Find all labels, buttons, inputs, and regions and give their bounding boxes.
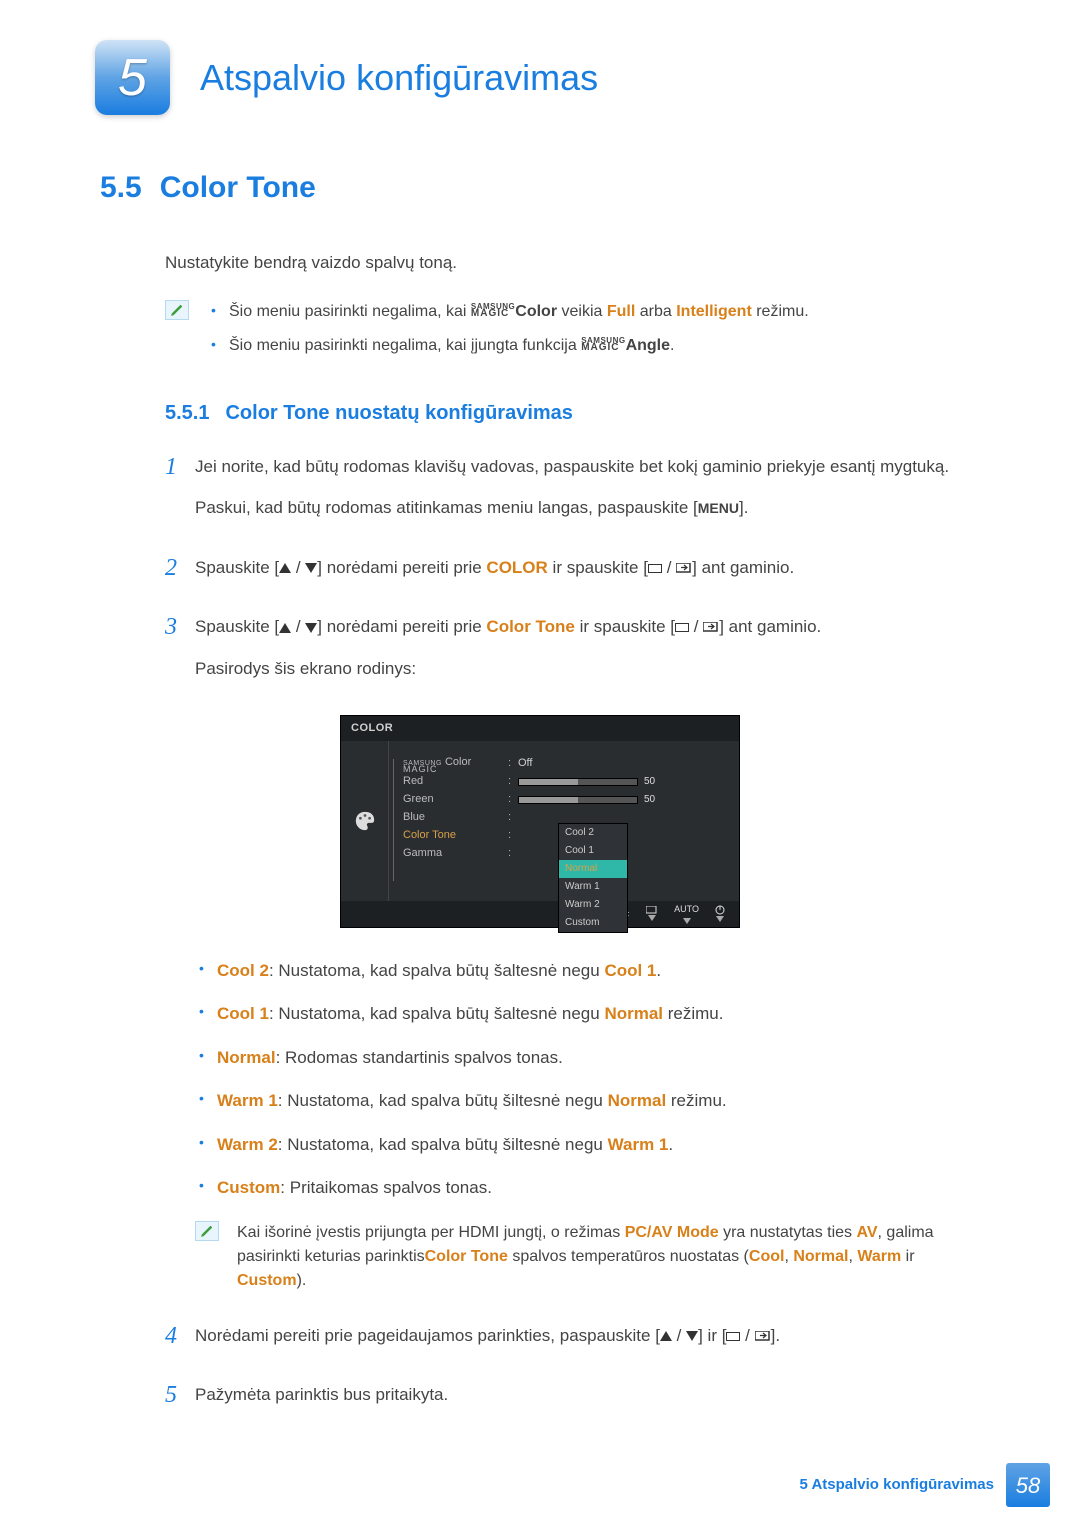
- osd-dropdown: Cool 2 Cool 1 Normal Warm 1 Warm 2 Custo…: [558, 823, 628, 933]
- tone-warm2: Warm 2: Nustatoma, kad spalva būtų šilte…: [195, 1132, 980, 1158]
- section-intro: Nustatykite bendrą vaizdo spalvų toną.: [165, 250, 980, 276]
- osd-category-icon: [341, 741, 389, 901]
- note-icon: [165, 300, 189, 320]
- tone-normal: Normal: Rodomas standartinis spalvos ton…: [195, 1045, 980, 1071]
- osd-option-normal: Normal: [559, 860, 627, 878]
- power-icon: [715, 905, 725, 915]
- osd-option-warm1: Warm 1: [559, 878, 627, 896]
- step-4: 4 Norėdami pereiti prie pageidaujamos pa…: [165, 1323, 980, 1365]
- menu-key: MENU: [698, 500, 739, 516]
- tone-cool1: Cool 1: Nustatoma, kad spalva būtų šalte…: [195, 1001, 980, 1027]
- step-number: 1: [165, 454, 195, 480]
- step-number: 2: [165, 555, 195, 581]
- up-icon: [660, 1331, 672, 1341]
- chapter-title: Atspalvio konfigūravimas: [200, 51, 598, 105]
- rect-icon: [675, 623, 689, 632]
- osd-row-magic-color: SAMSUNGMAGIC Color : Off: [403, 755, 725, 773]
- osd-title: COLOR: [341, 716, 739, 741]
- rect-icon: [648, 564, 662, 573]
- step3-p2: Pasirodys šis ekrano rodinys:: [195, 656, 821, 682]
- osd-option-cool2: Cool 2: [559, 824, 627, 842]
- page-number-badge: 58: [1006, 1463, 1050, 1507]
- step-3: 3 Spauskite [ / ] norėdami pereiti prie …: [165, 614, 980, 697]
- steps-list: 1 Jei norite, kad būtų rodomas klavišų v…: [165, 454, 980, 698]
- tone-warm1: Warm 1: Nustatoma, kad spalva būtų šilte…: [195, 1088, 980, 1114]
- subsection-title: Color Tone nuostatų konfigūravimas: [225, 398, 572, 428]
- tone-descriptions: Cool 2: Nustatoma, kad spalva būtų šalte…: [195, 958, 980, 1201]
- step-number: 4: [165, 1323, 195, 1349]
- subsection-heading: 5.5.1 Color Tone nuostatų konfigūravimas: [165, 398, 980, 428]
- note1-item1: Šio meniu pasirinkti negalima, kai SAMSU…: [207, 300, 980, 324]
- osd-row-green: Green: 50: [403, 791, 725, 809]
- note-box: Šio meniu pasirinkti negalima, kai SAMSU…: [165, 300, 980, 368]
- step4-text: Norėdami pereiti prie pageidaujamos pari…: [195, 1323, 780, 1349]
- subsection-number: 5.5.1: [165, 398, 209, 428]
- footer-text: 5 Atspalvio konfigūravimas: [799, 1474, 994, 1497]
- enter-icon: [703, 622, 719, 633]
- down-icon: [305, 623, 317, 633]
- enter-icon: [646, 906, 658, 914]
- step3-p1: Spauskite [ / ] norėdami pereiti prie Co…: [195, 614, 821, 640]
- note-icon: [195, 1221, 219, 1241]
- step2-text: Spauskite [ / ] norėdami pereiti prie CO…: [195, 555, 794, 581]
- osd-row-red: Red: 50: [403, 773, 725, 791]
- step5-text: Pažymėta parinktis bus pritaikyta.: [195, 1382, 448, 1408]
- note-box-2: Kai išorinė įvestis prijungta per HDMI j…: [195, 1221, 980, 1293]
- down-icon: [305, 563, 317, 573]
- step-2: 2 Spauskite [ / ] norėdami pereiti prie …: [165, 555, 980, 597]
- enter-icon: [755, 1331, 771, 1342]
- step1-p1: Jei norite, kad būtų rodomas klavišų vad…: [195, 454, 949, 480]
- note1-item2: Šio meniu pasirinkti negalima, kai įjung…: [207, 334, 980, 358]
- step1-p2: Paskui, kad būtų rodomas atitinkamas men…: [195, 495, 949, 521]
- osd-option-warm2: Warm 2: [559, 896, 627, 914]
- osd-option-cool1: Cool 1: [559, 842, 627, 860]
- section-heading: 5.5 Color Tone: [100, 165, 980, 210]
- down-icon: [686, 1331, 698, 1341]
- tone-cool2: Cool 2: Nustatoma, kad spalva būtų šalte…: [195, 958, 980, 984]
- section-number: 5.5: [100, 165, 142, 210]
- page-content: 5.5 Color Tone Nustatykite bendrą vaizdo…: [0, 165, 1080, 1424]
- osd-option-custom: Custom: [559, 914, 627, 932]
- tone-custom: Custom: Pritaikomas spalvos tonas.: [195, 1175, 980, 1201]
- section-title: Color Tone: [160, 165, 316, 210]
- page-footer: 5 Atspalvio konfigūravimas 58: [799, 1463, 1050, 1507]
- auto-label: AUTO: [674, 903, 699, 917]
- step-number: 3: [165, 614, 195, 640]
- step-1: 1 Jei norite, kad būtų rodomas klavišų v…: [165, 454, 980, 537]
- osd-footer: AUTO: [341, 901, 739, 927]
- chapter-number-badge: 5: [95, 40, 170, 115]
- page-header: 5 Atspalvio konfigūravimas: [0, 0, 1080, 165]
- step-number: 5: [165, 1382, 195, 1408]
- step-5: 5 Pažymėta parinktis bus pritaikyta.: [165, 1382, 980, 1424]
- osd-screenshot: COLOR SAMSUNGMAGIC Color : Off Red: 50: [100, 715, 980, 928]
- enter-icon: [676, 563, 692, 574]
- up-icon: [279, 563, 291, 573]
- steps-list-continued: 4 Norėdami pereiti prie pageidaujamos pa…: [165, 1323, 980, 1424]
- up-icon: [279, 623, 291, 633]
- rect-icon: [726, 1332, 740, 1341]
- note2-text: Kai išorinė įvestis prijungta per HDMI j…: [237, 1221, 980, 1293]
